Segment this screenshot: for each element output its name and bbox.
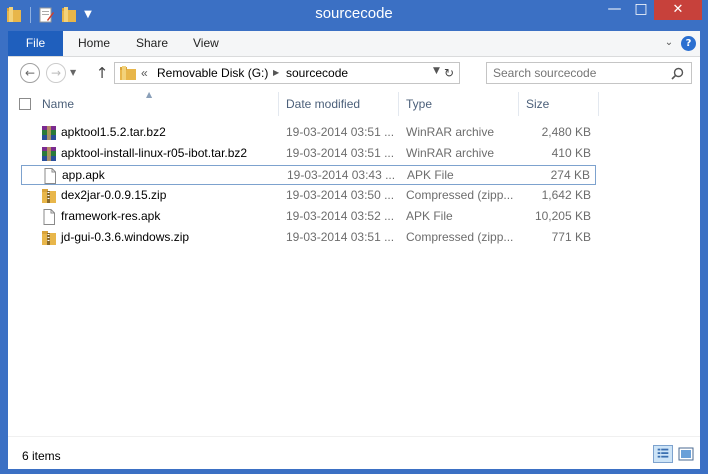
breadcrumb-chevron-icon[interactable]: ▶ (273, 68, 279, 77)
file-type: Compressed (zipp... (406, 230, 514, 244)
zip-folder-icon (42, 231, 56, 245)
navigation-bar: ← → ▼ ↑ « Removable Disk (G:) ▶ sourceco… (8, 57, 700, 90)
file-type: APK File (407, 168, 454, 182)
file-name: jd-gui-0.3.6.windows.zip (61, 230, 190, 244)
folder-icon (120, 66, 136, 80)
tab-view[interactable]: View (193, 31, 219, 56)
file-name: framework-res.apk (61, 209, 161, 223)
file-size: 1,642 KB (541, 188, 591, 202)
select-all-checkbox[interactable] (19, 98, 31, 110)
file-date-modified: 19-03-2014 03:51 ... (286, 125, 395, 139)
column-divider[interactable] (598, 92, 599, 116)
column-header-size[interactable]: Size (526, 97, 549, 111)
tab-share[interactable]: Share (136, 31, 168, 56)
column-divider[interactable] (278, 92, 279, 116)
maximize-button[interactable]: □ (628, 0, 654, 20)
item-count: 6 items (22, 449, 61, 463)
file-name: app.apk (62, 168, 105, 182)
tab-file[interactable]: File (8, 31, 63, 56)
file-date-modified: 19-03-2014 03:52 ... (286, 209, 395, 223)
up-one-level-button[interactable]: ↑ (94, 63, 110, 83)
details-view-icon[interactable] (653, 445, 673, 463)
expand-ribbon-icon[interactable]: ⌄ (662, 36, 676, 50)
winrar-archive-icon (42, 126, 56, 140)
file-date-modified: 19-03-2014 03:51 ... (286, 146, 395, 160)
search-input[interactable] (493, 66, 663, 80)
file-type: Compressed (zipp... (406, 188, 514, 202)
file-row[interactable]: framework-res.apk 19-03-2014 03:52 ... A… (21, 207, 596, 227)
file-type: WinRAR archive (406, 125, 495, 139)
refresh-button[interactable]: ↻ (437, 62, 459, 84)
title-bar[interactable]: ▼ sourcecode — □ ✕ (0, 0, 708, 31)
breadcrumb-item-sourcecode[interactable]: sourcecode (286, 66, 348, 80)
file-size: 410 KB (551, 146, 591, 160)
column-header-type[interactable]: Type (406, 97, 432, 111)
file-date-modified: 19-03-2014 03:50 ... (286, 188, 395, 202)
close-button[interactable]: ✕ (654, 0, 702, 20)
search-box[interactable] (486, 62, 692, 84)
column-header-date-modified[interactable]: Date modified (286, 97, 360, 111)
file-row[interactable]: apktool1.5.2.tar.bz2 19-03-2014 03:51 ..… (21, 123, 596, 143)
file-size: 2,480 KB (541, 125, 591, 139)
winrar-archive-icon (42, 147, 56, 161)
file-row-selected[interactable]: app.apk 19-03-2014 03:43 ... APK File 27… (21, 165, 596, 185)
forward-button[interactable]: → (46, 63, 66, 83)
file-row[interactable]: dex2jar-0.0.9.15.zip 19-03-2014 03:50 ..… (21, 186, 596, 206)
file-icon (43, 209, 55, 225)
status-bar: 6 items (8, 436, 700, 469)
breadcrumb-item-removable-disk[interactable]: Removable Disk (G:) (157, 66, 268, 80)
file-date-modified: 19-03-2014 03:51 ... (286, 230, 395, 244)
file-name: dex2jar-0.0.9.15.zip (61, 188, 167, 202)
file-row[interactable]: apktool-install-linux-r05-ibot.tar.bz2 1… (21, 144, 596, 164)
file-date-modified: 19-03-2014 03:43 ... (287, 168, 396, 182)
file-type: WinRAR archive (406, 146, 495, 160)
file-name: apktool1.5.2.tar.bz2 (61, 125, 166, 139)
back-button[interactable]: ← (20, 63, 40, 83)
column-divider[interactable] (398, 92, 399, 116)
file-icon (44, 168, 56, 184)
file-size: 274 KB (550, 168, 590, 182)
breadcrumb-overflow[interactable]: « (141, 66, 148, 80)
file-list: ▲ Name Date modified Type Size apktool1.… (8, 90, 700, 436)
tab-home[interactable]: Home (78, 31, 110, 56)
address-bar[interactable]: « Removable Disk (G:) ▶ sourcecode ▼ ↻ (114, 62, 460, 84)
zip-folder-icon (42, 189, 56, 203)
help-icon[interactable]: ? (681, 36, 696, 51)
large-icons-view-icon[interactable] (676, 445, 696, 463)
file-size: 771 KB (551, 230, 591, 244)
column-divider[interactable] (518, 92, 519, 116)
ribbon-tabs: File Home Share View ⌄ ? (8, 31, 700, 57)
column-header-row: ▲ Name Date modified Type Size (8, 90, 700, 116)
column-header-name[interactable]: Name (42, 97, 74, 111)
file-size: 10,205 KB (534, 209, 591, 223)
file-type: APK File (406, 209, 453, 223)
minimize-button[interactable]: — (601, 0, 628, 20)
sort-ascending-icon: ▲ (146, 90, 153, 99)
file-name: apktool-install-linux-r05-ibot.tar.bz2 (61, 146, 248, 160)
explorer-window: ▼ sourcecode — □ ✕ File Home Share View … (0, 0, 708, 474)
recent-locations-dropdown-icon[interactable]: ▼ (70, 68, 79, 78)
file-row[interactable]: jd-gui-0.3.6.windows.zip 19-03-2014 03:5… (21, 228, 596, 248)
search-icon[interactable] (671, 67, 684, 80)
